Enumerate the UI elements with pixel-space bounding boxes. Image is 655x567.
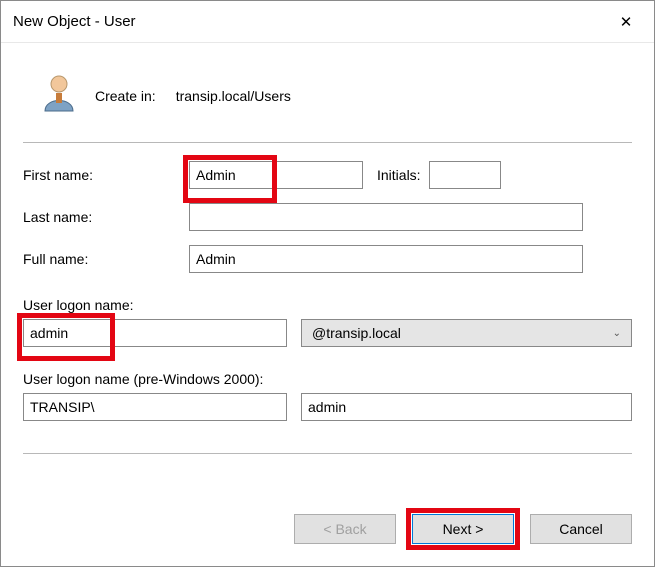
full-name-label: Full name: (23, 251, 189, 267)
pre2k-section: User logon name (pre-Windows 2000): (23, 361, 632, 421)
dialog-window: New Object - User ✕ Create in: transip.l… (0, 0, 655, 567)
form: First name: Initials: Last name: Full na… (23, 161, 632, 421)
full-name-row: Full name: (23, 245, 632, 273)
last-name-row: Last name: (23, 203, 632, 231)
first-name-row: First name: Initials: (23, 161, 632, 189)
domain-suffix-value: @transip.local (312, 325, 401, 341)
user-icon (37, 71, 81, 120)
logon-row: @transip.local ⌄ (23, 319, 632, 347)
domain-suffix-dropdown[interactable]: @transip.local ⌄ (301, 319, 632, 347)
logon-section: User logon name: @transip.local ⌄ (23, 287, 632, 347)
next-button[interactable]: Next > (412, 514, 514, 544)
initials-input[interactable] (429, 161, 501, 189)
create-in-row: Create in: transip.local/Users (37, 71, 632, 120)
cancel-button[interactable]: Cancel (530, 514, 632, 544)
initials-label: Initials: (377, 167, 421, 183)
chevron-down-icon: ⌄ (613, 328, 621, 339)
pre2k-domain-input[interactable] (23, 393, 287, 421)
logon-name-input[interactable] (23, 319, 287, 347)
titlebar: New Object - User ✕ (1, 1, 654, 43)
dialog-content: Create in: transip.local/Users First nam… (1, 43, 654, 514)
full-name-input[interactable] (189, 245, 583, 273)
logon-label: User logon name: (23, 297, 632, 313)
create-in-label: Create in: (95, 88, 156, 104)
first-name-label: First name: (23, 167, 189, 183)
last-name-label: Last name: (23, 209, 189, 225)
close-icon: ✕ (620, 13, 633, 31)
divider-bottom (23, 453, 632, 454)
last-name-input[interactable] (189, 203, 583, 231)
first-name-input[interactable] (189, 161, 363, 189)
divider (23, 142, 632, 143)
window-title: New Object - User (13, 13, 136, 30)
button-row: < Back Next > Cancel (1, 514, 654, 566)
pre2k-row (23, 393, 632, 421)
pre2k-label: User logon name (pre-Windows 2000): (23, 371, 632, 387)
close-button[interactable]: ✕ (598, 1, 654, 43)
back-button: < Back (294, 514, 396, 544)
pre2k-user-input[interactable] (301, 393, 632, 421)
create-in-path: transip.local/Users (176, 88, 291, 104)
